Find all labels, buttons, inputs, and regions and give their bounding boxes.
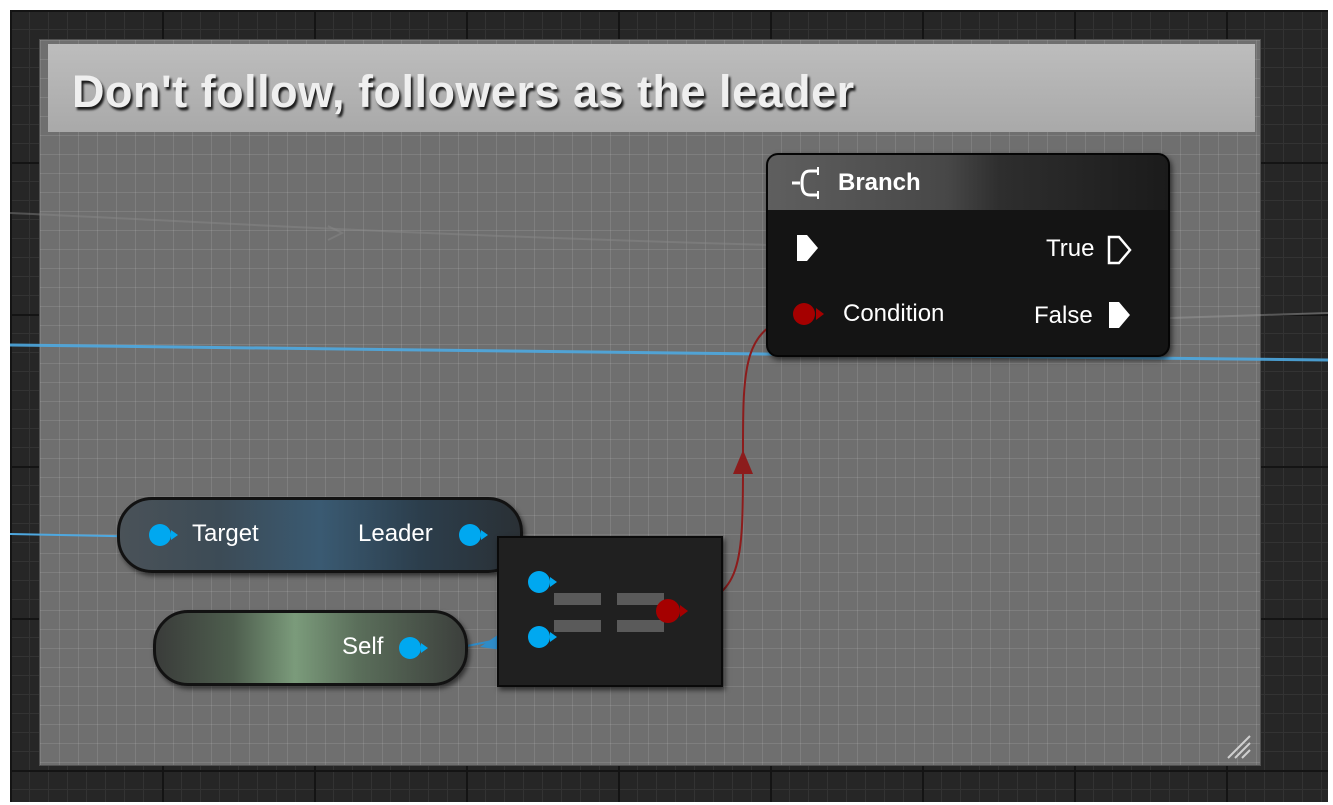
resize-handle-icon[interactable] [1222,730,1252,760]
equals-bar [554,620,601,632]
branch-node[interactable]: Branch True Condition False [766,153,1170,357]
false-pin-label: False [1034,302,1093,329]
branch-node-title: Branch [838,169,921,196]
equals-icon [554,593,664,633]
equal-input-a-pin[interactable] [525,568,561,596]
exec-input-pin[interactable] [794,233,820,263]
branch-icon [792,167,819,199]
leader-pin-label: Leader [358,520,433,547]
get-leader-node[interactable]: Target Leader [117,497,523,573]
true-output-pin[interactable] [1106,235,1132,265]
equals-bar [554,593,601,605]
equal-node[interactable] [497,536,723,687]
self-pin-label: Self [342,633,384,660]
blueprint-graph-canvas[interactable]: Don't follow, followers as the leader Br… [10,10,1328,802]
target-pin-label: Target [192,520,259,547]
self-node[interactable]: Self [153,610,468,686]
false-output-pin[interactable] [1106,300,1132,330]
condition-pin-label: Condition [843,300,945,327]
self-output-pin[interactable] [396,634,432,662]
branch-node-header[interactable] [768,155,1168,210]
true-pin-label: True [1046,235,1095,262]
equal-output-pin[interactable] [653,596,693,626]
comment-title: Don't follow, followers as the leader [72,66,855,117]
condition-input-pin[interactable] [790,299,830,329]
target-input-pin[interactable] [146,521,182,549]
leader-output-pin[interactable] [456,521,492,549]
